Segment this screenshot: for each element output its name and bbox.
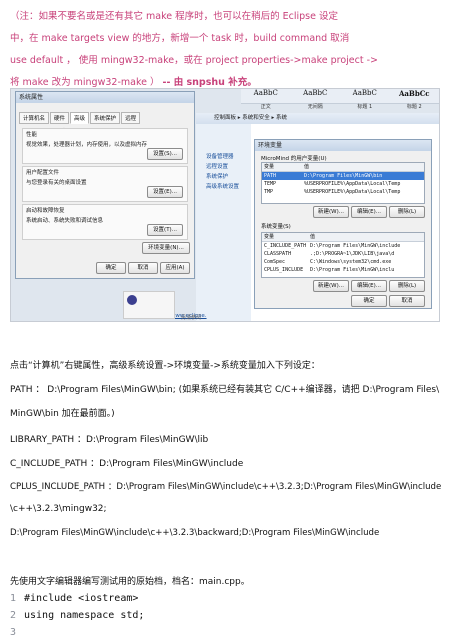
paragraph-edit-source: 先使用文字编辑器编写测试用的原始档，档名：main.cpp。 [10,577,250,587]
code-line: 1 #include <iostream> [10,590,439,607]
ribbon-label-2: 无间隔 [307,104,323,110]
library-path-line: LIBRARY_PATH ：D:\Program Files\MinGW\lib [10,435,209,445]
line-number: 3 [10,627,17,638]
style-sample-4[interactable]: AaBbCc [390,89,440,103]
system-vars-header: 变量值 [262,233,424,242]
user-var-row[interactable]: PATH D:\Program Files\MinGW\bin [262,172,424,180]
footer-label: 另请参阅 [181,315,202,321]
sysprops-titlebar: 系统属性 [16,92,194,103]
sys-edit-button[interactable]: 编辑(E)... [351,280,387,292]
user-vars-table[interactable]: 变量值 PATH D:\Program Files\MinGW\bin TEMP%… [261,162,425,204]
group-user-profile-title: 用户配置文件 [26,170,60,176]
profile-settings-button[interactable]: 设置(E)... [147,186,183,198]
word-ribbon: AaBbC AaBbC AaBbC AaBbCc [241,89,439,104]
sysprops-apply-button[interactable]: 应用(A) [160,262,190,274]
tab-remote[interactable]: 远程 [121,112,141,124]
env-cancel-button[interactable]: 取消 [389,295,425,307]
line-number: 2 [10,610,17,621]
style-sample-3[interactable]: AaBbC [340,89,390,103]
env-titlebar: 环境变量 [255,140,431,151]
user-delete-button[interactable]: 删除(L) [389,206,425,218]
sys-delete-button[interactable]: 删除(L) [389,280,425,292]
cplus-include-line-2: \c++\3.2.3\mingw32; [10,504,107,514]
ribbon-label-3: 标题 1 [357,104,373,110]
tab-computer-name[interactable]: 计算机名 [19,112,50,124]
ribbon-label-4: 标题 2 [406,104,422,110]
ribbon-labels: 正文 无间隔 标题 1 标题 2 [241,103,439,111]
system-vars-label: 系统变量(S) [261,224,291,230]
side-panel: 设备管理器 远程设置 系统保护 高级系统设置 [196,124,251,321]
environment-variables-dialog: 环境变量 MicroMind 的用户变量(U) 变量值 PATH D:\Progr… [254,139,432,309]
side-item-remote[interactable]: 远程设置 [206,162,251,172]
path-line-1: PATH ： D:\Program Files\MinGW\bin; (如果系统… [10,385,440,395]
note-line-4: 将 make 改为 mingw32-make ） -- 由 snpshu 补充。 [10,77,257,88]
system-properties-dialog: 系统属性 计算机名硬件高级系统保护远程 要进行大多数更改，您必须作为管理员登录。… [15,91,195,279]
cplus-include-line-3: D:\Program Files\MinGW\include\c++\3.2.3… [10,528,380,538]
side-item-device-manager[interactable]: 设备管理器 [206,152,251,162]
system-var-row[interactable]: CLASSPATH .;D:\PROGRA~1\JDK\LIB\java\d [262,250,424,258]
tab-hardware[interactable]: 硬件 [50,112,70,124]
user-vars-header: 变量值 [262,163,424,172]
code-line: 3 [10,624,439,641]
path-line-2: MinGW\bin 加在最前面。) [10,409,115,419]
side-item-advanced[interactable]: 高级系统设置 [206,182,251,192]
group-startup-recovery: 启动和故障恢复 系统启动、系统失败和调试信息 设置(T)... [22,204,188,240]
group-performance-title: 性能 [26,132,38,138]
user-var-row[interactable]: TEMP %USERPROFILE%\AppData\Local\Temp [262,180,424,188]
note-credit: -- 由 snpshu 补充。 [162,77,257,88]
eclipse-logo-icon [127,295,137,305]
note-line-1: （注：如果不要名或是还有其它 make 程序时，也可以在稍后的 Eclipse … [10,11,338,22]
environment-variables-button[interactable]: 环境变量(N)... [142,242,190,254]
system-var-row[interactable]: ComSpec C:\Windows\system32\cmd.exe [262,258,424,266]
code-line: 2 using namespace std; [10,607,439,624]
sysprops-cancel-button[interactable]: 取消 [128,262,158,274]
system-var-row[interactable]: C_INCLUDE_PATH D:\Program Files\MinGW\inc… [262,242,424,250]
embedded-screenshot: AaBbC AaBbC AaBbC AaBbCc 正文 无间隔 标题 1 标题 … [10,88,440,322]
tab-advanced[interactable]: 高级 [70,112,90,124]
sysprops-ok-button[interactable]: 确定 [96,262,126,274]
tab-system-protection[interactable]: 系统保护 [90,112,121,124]
code-listing: 1 #include <iostream> 2 using namespace st… [10,590,439,641]
note-line-2: 中，在 make targets view 的地方，新增一个 task 时，bu… [10,33,350,44]
user-var-row[interactable]: TMP %USERPROFILE%\AppData\Local\Temp [262,188,424,196]
note-line-3: use default ， 使用 mingw32-make，或在 project… [10,55,378,66]
user-edit-button[interactable]: 编辑(E)... [351,206,387,218]
address-bar: 控制面板 ▸ 系统和安全 ▸ 系统 [196,113,439,124]
sysprops-tabs: 计算机名 硬件 高级 系统保护 远程 [16,103,194,124]
group-performance: 性能 视觉效果，处理器计划，内存使用，以及虚拟内存 设置(S)... [22,128,188,164]
startup-settings-button[interactable]: 设置(T)... [147,224,183,236]
style-sample-1[interactable]: AaBbC [241,89,291,103]
group-user-profile: 用户配置文件 与您登录有关的桌面设置 设置(E)... [22,166,188,202]
side-item-protection[interactable]: 系统保护 [206,172,251,182]
user-new-button[interactable]: 新建(W)... [313,206,349,218]
performance-settings-button[interactable]: 设置(S)... [147,148,183,160]
c-include-path-line: C_INCLUDE_PATH ：D:\Program Files\MinGW\i… [10,459,244,469]
env-ok-button[interactable]: 确定 [351,295,387,307]
style-sample-2[interactable]: AaBbC [291,89,341,103]
ribbon-label-1: 正文 [260,104,271,110]
group-startup-title: 启动和故障恢复 [26,208,65,214]
system-var-row[interactable]: CPLUS_INCLUDE D:\Program Files\MinGW\incl… [262,266,424,274]
code-text: #include <iostream> [24,593,139,604]
line-number: 1 [10,593,17,604]
code-text: using namespace std; [24,610,145,621]
paragraph-instructions: 点击“计算机”右键属性，高级系统设置->环境变量->系统变量加入下列设定： [10,361,320,371]
eclipse-thumb [123,291,175,319]
sys-new-button[interactable]: 新建(W)... [313,280,349,292]
system-vars-table[interactable]: 变量值 C_INCLUDE_PATH D:\Program Files\MinGW… [261,232,425,278]
cplus-include-line-1: CPLUS_INCLUDE_PATH ：D:\Program Files\Min… [10,482,442,492]
